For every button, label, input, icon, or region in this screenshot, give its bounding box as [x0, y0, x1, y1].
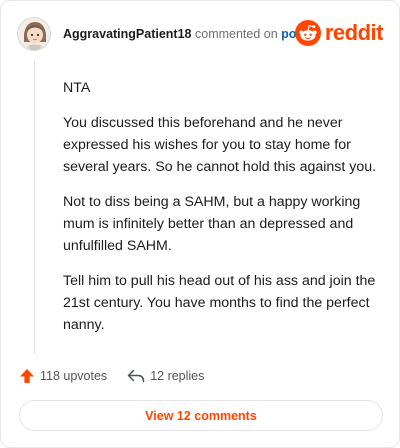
- upvote-count: 118 upvotes: [40, 369, 108, 383]
- comment-byline: AggravatingPatient18 commented on post: [63, 27, 308, 41]
- comment-paragraph: NTA: [63, 80, 91, 96]
- comment-actions: 118 upvotes 12 replies: [19, 365, 204, 387]
- replies-button[interactable]: 12 replies: [127, 368, 204, 384]
- reddit-logo-icon: [294, 20, 321, 46]
- reply-count: 12 replies: [150, 369, 205, 383]
- comment-paragraph: Not to diss being a SAHM, but a happy wo…: [63, 194, 361, 254]
- thread-line[interactable]: [34, 61, 35, 353]
- comment-body: NTA You discussed this beforehand and he…: [63, 77, 385, 349]
- upvote-button[interactable]: 118 upvotes: [19, 368, 107, 384]
- reply-arrow-icon: [127, 369, 145, 383]
- author-username[interactable]: AggravatingPatient18: [63, 27, 192, 41]
- comment-paragraph: You discussed this beforehand and he nev…: [63, 115, 377, 175]
- reddit-wordmark: reddit: [324, 20, 384, 45]
- comment-header: AggravatingPatient18 commented on post r…: [17, 15, 384, 51]
- view-comments-button[interactable]: View 12 comments: [19, 400, 383, 431]
- upvote-arrow-icon: [20, 369, 34, 383]
- avatar[interactable]: [17, 17, 51, 51]
- byline-action-text: commented on: [195, 27, 278, 41]
- comment-card: AggravatingPatient18 commented on post r…: [0, 0, 400, 448]
- reddit-brand[interactable]: reddit: [294, 19, 384, 47]
- avatar-icon: [18, 18, 50, 50]
- comment-paragraph: Tell him to pull his head out of his ass…: [63, 273, 376, 333]
